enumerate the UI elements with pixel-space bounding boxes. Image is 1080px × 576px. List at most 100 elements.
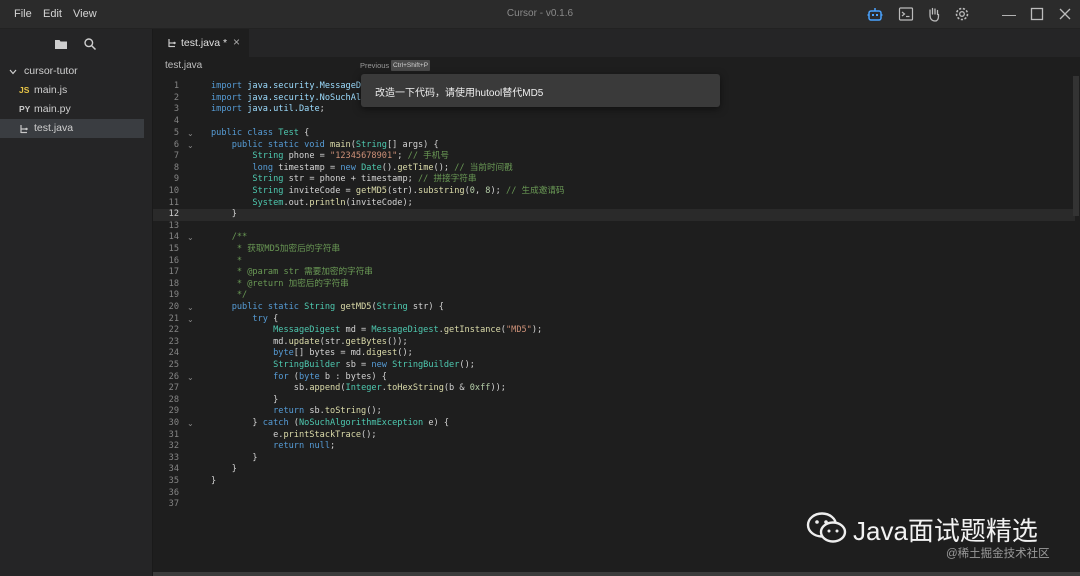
line-number: 25 (168, 360, 179, 370)
code-line: String inviteCode = getMD5(str).substrin… (252, 186, 565, 196)
fold-chevron-icon[interactable]: ⌄ (187, 372, 194, 384)
search-icon[interactable] (83, 37, 97, 51)
terminal-icon[interactable] (898, 6, 914, 22)
file-label: main.py (34, 103, 71, 115)
tab-close-button[interactable]: × (233, 35, 240, 49)
line-number: 26 (168, 372, 179, 382)
fold-chevron-icon[interactable]: ⌄ (187, 418, 194, 430)
close-window-button[interactable] (1056, 5, 1074, 23)
code-line: long timestamp = new Date().getTime(); /… (252, 163, 513, 173)
line-number: 15 (168, 244, 179, 254)
code-line: */ (236, 290, 248, 300)
code-editor[interactable]: 1 2 3 4 5 6 7 8 9 10 11 12 13 14 15 16 17 18 19 20 21 22 23 24 2… (153, 76, 1080, 572)
hand-icon[interactable] (926, 6, 942, 22)
code-line: /** (231, 232, 248, 242)
code-line: * 获取MD5加密后的字符串 (236, 244, 341, 254)
maximize-button[interactable] (1028, 5, 1046, 23)
line-number: 4 (173, 116, 179, 126)
code-line: } (211, 476, 217, 486)
js-file-icon: JS (19, 85, 30, 95)
code-line: } (211, 464, 237, 474)
menu-file[interactable]: File (14, 8, 32, 20)
file-label: main.js (34, 84, 68, 96)
tab-test-java[interactable]: test.java * × (153, 29, 249, 57)
line-number: 34 (168, 464, 179, 474)
code-line: return null; (273, 441, 336, 451)
line-number: 10 (168, 186, 179, 196)
file-item-main-py[interactable]: PY main.py (0, 100, 144, 119)
line-number: 7 (173, 151, 179, 161)
watermark-subtitle: @稀土掘金技术社区 (946, 548, 1050, 560)
line-number: 16 (168, 256, 179, 266)
file-item-test-java[interactable]: test.java (0, 119, 144, 138)
ai-prompt-popup[interactable]: 改造一下代码，请使用hutool替代MD5 (361, 74, 720, 107)
code-line: md.update(str.getBytes()); (211, 337, 408, 347)
line-number: 28 (168, 395, 179, 405)
code-line: String phone = "12345678901"; // 手机号 (252, 151, 449, 161)
line-number: 37 (168, 499, 179, 509)
prompt-text[interactable]: 改造一下代码，请使用hutool替代MD5 (375, 84, 543, 99)
line-number: 17 (168, 267, 179, 277)
code-line: e.printStackTrace(); (211, 430, 377, 440)
code-line: StringBuilder sb = new StringBuilder(); (273, 360, 475, 370)
code-line: public static void main(String[] args) { (231, 140, 439, 150)
code-line: * @param str 需要加密的字符串 (236, 267, 373, 277)
line-number: 22 (168, 325, 179, 335)
previous-shortcut: Ctrl+Shift+P (391, 60, 431, 71)
maximize-icon (1030, 7, 1044, 21)
java-file-icon (20, 125, 28, 134)
folder-cursor-tutor[interactable]: cursor-tutor (0, 62, 144, 81)
vertical-scrollbar[interactable] (1073, 76, 1079, 216)
tab-bar: test.java * × (153, 29, 1080, 57)
menu-edit[interactable]: Edit (43, 8, 62, 20)
line-number: 32 (168, 441, 179, 451)
chevron-down-icon (9, 69, 17, 75)
code-line: * (236, 256, 243, 266)
line-number: 12 (168, 209, 179, 219)
line-number: 2 (173, 93, 179, 103)
robot-icon[interactable] (867, 6, 883, 22)
current-line-highlight (153, 209, 1075, 221)
line-number: 6 (173, 140, 179, 150)
line-number: 9 (173, 174, 179, 184)
code-line: import java.security.MessageDi (211, 81, 367, 91)
fold-chevron-icon[interactable]: ⌄ (187, 232, 194, 244)
line-number: 23 (168, 337, 179, 347)
line-number: 13 (168, 221, 179, 231)
line-number: 33 (168, 453, 179, 463)
code-line: public static String getMD5(String str) … (231, 302, 444, 312)
file-item-main-js[interactable]: JS main.js (0, 81, 144, 100)
code-line: sb.append(Integer.toHexString(b & 0xff))… (211, 383, 506, 393)
code-line: } (211, 453, 258, 463)
breadcrumb[interactable]: test.java (165, 60, 202, 71)
minimize-button[interactable]: — (1000, 5, 1018, 23)
menu-view[interactable]: View (73, 8, 97, 20)
line-number: 21 (168, 314, 179, 324)
code-line: for (byte b : bytes) { (273, 372, 387, 382)
previous-label[interactable]: Previous (360, 61, 389, 70)
java-file-icon (168, 39, 176, 48)
window-title: Cursor - v0.1.6 (506, 8, 574, 19)
files-icon[interactable] (54, 37, 68, 51)
line-number: 35 (168, 476, 179, 486)
code-line: } (211, 209, 237, 219)
code-line: MessageDigest md = MessageDigest.getInst… (273, 325, 543, 335)
line-number: 36 (168, 488, 179, 498)
line-number: 5 (173, 128, 179, 138)
fold-chevron-icon[interactable]: ⌄ (187, 302, 194, 314)
line-number: 1 (173, 81, 179, 91)
fold-chevron-icon[interactable]: ⌄ (187, 128, 194, 140)
gear-icon[interactable] (954, 6, 970, 22)
line-number: 8 (173, 163, 179, 173)
line-number: 29 (168, 406, 179, 416)
line-number: 20 (168, 302, 179, 312)
code-line: String str = phone + timestamp; // 拼接字符串 (252, 174, 477, 184)
fold-chevron-icon[interactable]: ⌄ (187, 140, 194, 152)
tab-label: test.java * (181, 37, 228, 49)
code-line: public class Test { (211, 128, 310, 138)
py-file-icon: PY (19, 104, 31, 114)
line-number: 3 (173, 104, 179, 114)
fold-chevron-icon[interactable]: ⌄ (187, 314, 194, 326)
code-line: * @return 加密后的字符串 (236, 279, 349, 289)
horizontal-scrollbar[interactable] (153, 572, 1080, 576)
